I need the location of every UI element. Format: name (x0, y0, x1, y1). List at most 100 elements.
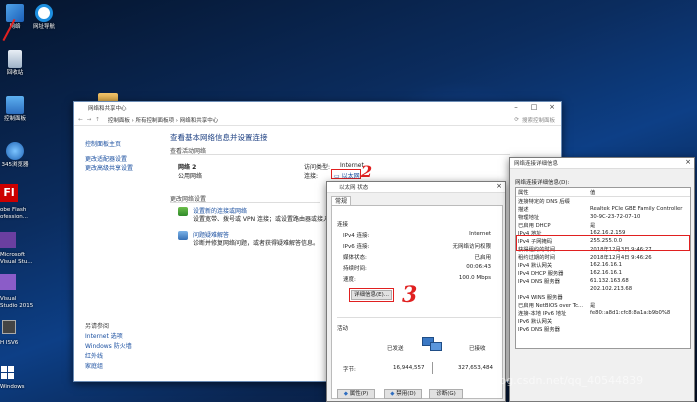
divider (337, 317, 501, 318)
see-also-firewall[interactable]: Windows 防火墙 (85, 341, 132, 350)
media-state-value: 已启用 (474, 255, 491, 261)
close-button[interactable]: × (543, 102, 561, 114)
table-row[interactable]: IPv4 WINS 服务器 (516, 293, 690, 301)
bytes-label: 字节: (343, 367, 356, 373)
setup-new-connection-desc: 设置宽带、拨号或 VPN 连接；或设置路由器或接入点。 (193, 216, 342, 223)
flash-icon[interactable]: Fl (0, 184, 18, 202)
details-table[interactable]: 属性 值 连接特定的 DNS 后缀 描述 Realtek PCIe GBE Fam… (515, 187, 691, 349)
disable-button[interactable]: ◆ 禁用(D) (384, 389, 422, 399)
divider (432, 362, 433, 374)
see-also-title: 另请参阅 (85, 323, 110, 330)
sidebar-link-home[interactable]: 控制面板主页 (85, 139, 121, 148)
table-cell: 202.102.213.68 (590, 285, 633, 292)
shield-icon: ◆ (343, 391, 348, 397)
ethernet-link[interactable]: ▭ 以太网 (334, 171, 360, 180)
visual-studio-icon[interactable] (0, 232, 16, 248)
table-row[interactable]: 连接特定的 DNS 后缀 (516, 197, 690, 205)
breadcrumb-item[interactable]: 控制面板 (108, 118, 130, 124)
table-cell: IPv4 默认网关 (518, 263, 553, 269)
table-row[interactable]: 描述 Realtek PCIe GBE Family Controller (516, 205, 690, 213)
windows-logo-icon[interactable] (1, 366, 15, 380)
speed-value: 100.0 Mbps (458, 275, 491, 281)
table-cell: 已启用 NetBIOS over Tc... (518, 302, 584, 309)
refresh-icon[interactable]: ⟳ (514, 117, 519, 123)
table-cell (588, 293, 690, 301)
speed-label: 速度: (343, 277, 356, 283)
isv6-icon[interactable] (2, 320, 16, 334)
desktop-text: ofession... (0, 214, 29, 220)
up-arrow-icon[interactable]: ↑ (95, 117, 100, 123)
table-row[interactable]: 已启用 DHCP 是 (516, 221, 690, 229)
desktop-icon-web-nav[interactable]: 网址导航 (29, 4, 59, 31)
connection-section-label: 连接 (337, 222, 349, 228)
back-arrow-icon[interactable]: ← (78, 117, 83, 123)
table-row[interactable]: IPv4 默认网关 162.16.16.1 (516, 261, 690, 269)
network-type: 公用网络 (178, 173, 203, 180)
new-connection-icon (178, 207, 188, 216)
table-cell: IPv6 默认网关 (518, 318, 553, 325)
table-cell: 连接-本地 IPv6 地址 (518, 310, 567, 317)
properties-button[interactable]: ◆ 属性(P) (337, 389, 375, 399)
desktop-text: obe Flash (0, 207, 27, 213)
table-row[interactable]: 租约过期的时间 2018年12月4日 9:46:26 (516, 253, 690, 261)
ie-icon (35, 4, 53, 22)
watermark: https://blog.csdn.net/qq_40544839 (450, 374, 644, 387)
breadcrumb[interactable]: 控制面板 › 所有控制面板项 › 网络和共享中心 (108, 116, 218, 124)
annotation-step-3: 3 (402, 282, 418, 308)
recycle-bin-icon (8, 50, 22, 68)
diagnose-button[interactable]: 诊断(G) (429, 389, 463, 399)
desktop-icon-control-panel[interactable]: 控制面板 (0, 96, 30, 123)
table-cell (588, 317, 690, 325)
maximize-button[interactable]: □ (525, 102, 543, 114)
table-cell (516, 285, 588, 293)
desktop-text: Visual (0, 296, 17, 302)
troubleshoot-icon (178, 231, 188, 240)
table-cell: IPv6 DNS 服务器 (518, 326, 560, 333)
properties-button-label: 属性(P) (349, 391, 369, 397)
see-also-internet-options[interactable]: Internet 选项 (85, 331, 123, 340)
close-icon[interactable]: × (685, 158, 691, 166)
column-header-property[interactable]: 属性 (516, 188, 588, 197)
dialog-titlebar: 网络连接详细信息 (510, 158, 694, 169)
minimize-button[interactable]: – (507, 102, 525, 114)
desktop-icon-network[interactable]: 网络 (0, 4, 30, 31)
table-row[interactable]: 物理地址 30-9C-23-72-07-10 (516, 213, 690, 221)
table-row[interactable]: 已启用 NetBIOS over Tc... 是 (516, 301, 690, 309)
details-button[interactable]: 详细信息(E)... (351, 290, 392, 300)
desktop-text: Microsoft (0, 252, 26, 258)
dialog-titlebar: 以太网 状态 (327, 182, 505, 193)
see-also-infrared[interactable]: 红外线 (85, 351, 103, 360)
duration-label: 持续时间: (343, 266, 367, 272)
sidebar-link-adapter[interactable]: 更改适配器设置 (85, 154, 127, 163)
breadcrumb-item[interactable]: 网络和共享中心 (180, 118, 219, 124)
divider (170, 202, 320, 203)
table-cell: 是 (590, 302, 596, 309)
desktop-icon-label: 网址导航 (32, 24, 55, 30)
visual-studio-2015-icon[interactable] (0, 274, 16, 290)
table-header: 属性 值 (516, 188, 690, 197)
table-cell: 是 (590, 223, 596, 229)
table-row[interactable]: IPv6 DNS 服务器 (516, 325, 690, 333)
column-header-value[interactable]: 值 (588, 188, 690, 197)
desktop-icon-recycle-bin[interactable]: 回收站 (0, 50, 30, 77)
see-also-homegroup[interactable]: 家庭组 (85, 361, 103, 370)
desktop-icon-browser[interactable]: 345浏览器 (0, 142, 30, 169)
close-icon[interactable]: × (496, 182, 502, 190)
desktop-icon-label: 控制面板 (3, 116, 26, 122)
table-row[interactable]: 连接-本地 IPv6 地址 fe80::a8d1:cfc8:8a1a:b9b0%8 (516, 309, 690, 317)
desktop-icon-label: 345浏览器 (1, 162, 29, 168)
table-row[interactable]: IPv4 DNS 服务器 61.132.163.68 (516, 277, 690, 285)
table-cell: 已启用 DHCP (518, 223, 551, 229)
table-row[interactable]: IPv6 默认网关 (516, 317, 690, 325)
table-row[interactable]: 202.102.213.68 (516, 285, 690, 293)
table-cell: Realtek PCIe GBE Family Controller (590, 206, 683, 212)
sidebar-link-advanced-sharing[interactable]: 更改高级共享设置 (85, 163, 133, 172)
media-state-label: 媒体状态: (343, 255, 367, 261)
browser-icon (6, 142, 24, 160)
forward-arrow-icon[interactable]: → (87, 117, 92, 123)
breadcrumb-item[interactable]: 所有控制面板项 (136, 118, 175, 124)
table-row[interactable]: IPv4 DHCP 服务器 162.16.16.1 (516, 269, 690, 277)
search-input[interactable]: 搜索控制面板 (522, 116, 555, 124)
dialog-title: 网络连接详细信息 (514, 161, 559, 167)
table-cell: 2018年12月4日 9:46:26 (590, 255, 652, 261)
